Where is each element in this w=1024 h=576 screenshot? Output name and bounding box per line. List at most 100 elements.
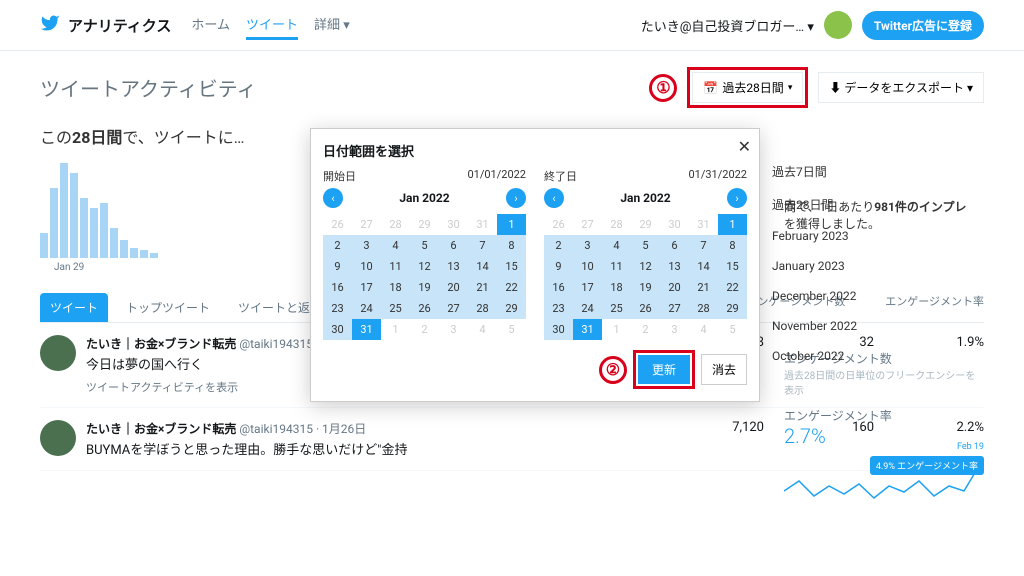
- calendar-start: 開始日01/01/2022 ‹ Jan 2022 › 2627282930311…: [323, 168, 526, 340]
- cal-day[interactable]: 10: [573, 256, 602, 277]
- annotation-box-1: 📅 過去28日間 ▾: [687, 67, 808, 108]
- cal-day[interactable]: 14: [468, 256, 497, 277]
- avatar[interactable]: [824, 11, 852, 39]
- cal-day[interactable]: 17: [352, 277, 381, 298]
- nav-home[interactable]: ホーム: [191, 10, 230, 40]
- tweet-author: たいき｜お金×ブランド転売: [86, 337, 236, 351]
- update-button[interactable]: 更新: [638, 355, 690, 384]
- quick-feb23[interactable]: February 2023: [768, 221, 878, 251]
- cal-day[interactable]: 11: [381, 256, 410, 277]
- cal-day[interactable]: 28: [468, 298, 497, 319]
- cal-day[interactable]: 24: [573, 298, 602, 319]
- prev-month-icon[interactable]: ‹: [323, 188, 343, 208]
- cal-day[interactable]: 6: [439, 235, 468, 256]
- clear-button[interactable]: 消去: [701, 354, 747, 385]
- cal-day[interactable]: 22: [497, 277, 526, 298]
- cal-day[interactable]: 19: [410, 277, 439, 298]
- cal-day[interactable]: 20: [439, 277, 468, 298]
- cal-day[interactable]: 19: [631, 277, 660, 298]
- cal-day[interactable]: 31: [573, 319, 602, 340]
- cal-day[interactable]: 8: [718, 235, 747, 256]
- cal-day[interactable]: 30: [544, 319, 573, 340]
- cal-day[interactable]: 26: [631, 298, 660, 319]
- export-button[interactable]: ⬇ データをエクスポート ▾: [818, 72, 984, 103]
- tab-tweets[interactable]: ツイート: [40, 293, 108, 322]
- quick-dec22[interactable]: December 2022: [768, 281, 878, 311]
- cal-day[interactable]: 23: [544, 298, 573, 319]
- end-date: 01/31/2022: [688, 168, 747, 184]
- cal-day[interactable]: 30: [323, 319, 352, 340]
- cal-day[interactable]: 3: [573, 235, 602, 256]
- cal-day[interactable]: 23: [323, 298, 352, 319]
- cal-day[interactable]: 15: [497, 256, 526, 277]
- quick-oct22[interactable]: October 2022: [768, 341, 878, 371]
- cal-day[interactable]: 2: [544, 235, 573, 256]
- annotation-1: ①: [649, 74, 677, 102]
- tweet-avatar: [40, 335, 76, 371]
- quick-28days[interactable]: 過去28日間: [768, 188, 878, 221]
- cal-day[interactable]: 21: [468, 277, 497, 298]
- tab-top-tweets[interactable]: トップツイート: [116, 293, 220, 322]
- cal-day[interactable]: 29: [497, 298, 526, 319]
- cal-day[interactable]: 22: [718, 277, 747, 298]
- cal-day[interactable]: 9: [323, 256, 352, 277]
- cal-day[interactable]: 24: [352, 298, 381, 319]
- date-range-button[interactable]: 📅 過去28日間 ▾: [692, 72, 803, 103]
- cal-day[interactable]: 27: [660, 298, 689, 319]
- cal-day[interactable]: 18: [602, 277, 631, 298]
- cal-day[interactable]: 31: [352, 319, 381, 340]
- cal-day[interactable]: 27: [439, 298, 468, 319]
- cal-day[interactable]: 17: [573, 277, 602, 298]
- cal-day[interactable]: 12: [631, 256, 660, 277]
- cal-day[interactable]: 25: [381, 298, 410, 319]
- quick-7days[interactable]: 過去7日間: [768, 155, 878, 188]
- cal-day[interactable]: 8: [497, 235, 526, 256]
- cal-day[interactable]: 7: [689, 235, 718, 256]
- cal-day[interactable]: 16: [544, 277, 573, 298]
- cal-day[interactable]: 7: [468, 235, 497, 256]
- user-menu[interactable]: たいき@自己投資ブロガー… ▾: [641, 16, 814, 35]
- nav-tweets[interactable]: ツイート: [246, 10, 298, 40]
- cal-day[interactable]: 11: [602, 256, 631, 277]
- next-month-icon[interactable]: ›: [506, 188, 526, 208]
- cal-day[interactable]: 13: [660, 256, 689, 277]
- engagement-rate-label: エンゲージメント率: [784, 407, 984, 424]
- cal-day[interactable]: 5: [410, 235, 439, 256]
- cal-day[interactable]: 1: [497, 214, 526, 235]
- cal-day[interactable]: 1: [718, 214, 747, 235]
- cal-day[interactable]: 25: [602, 298, 631, 319]
- cal-day[interactable]: 6: [660, 235, 689, 256]
- ad-signup-button[interactable]: Twitter広告に登録: [862, 11, 984, 40]
- quick-jan23[interactable]: January 2023: [768, 251, 878, 281]
- twitter-logo-icon: [40, 13, 60, 38]
- cal-day[interactable]: 29: [718, 298, 747, 319]
- quick-nov22[interactable]: November 2022: [768, 311, 878, 341]
- cal-day[interactable]: 4: [381, 235, 410, 256]
- cal-day[interactable]: 4: [602, 235, 631, 256]
- cal-day[interactable]: 12: [410, 256, 439, 277]
- cal-day[interactable]: 16: [323, 277, 352, 298]
- cal-day[interactable]: 13: [439, 256, 468, 277]
- cal-day[interactable]: 5: [631, 235, 660, 256]
- engagement-sparkline: Feb 19 4.9% エンゲージメント率: [784, 456, 984, 506]
- tweet-meta: @taiki194315 · 1月26日: [239, 422, 366, 436]
- tweet-author: たいき｜お金×ブランド転売: [86, 422, 236, 436]
- cal-day[interactable]: 3: [352, 235, 381, 256]
- page-title: ツイートアクティビティ: [40, 73, 257, 102]
- cal-day[interactable]: 20: [660, 277, 689, 298]
- cal-day[interactable]: 2: [323, 235, 352, 256]
- cal-day[interactable]: 26: [410, 298, 439, 319]
- prev-month-icon-2[interactable]: ‹: [544, 188, 564, 208]
- main-nav: ホーム ツイート 詳細 ▾: [191, 10, 349, 40]
- close-icon[interactable]: ✕: [738, 137, 751, 156]
- cal-day[interactable]: 28: [689, 298, 718, 319]
- cal-day[interactable]: 21: [689, 277, 718, 298]
- cal-day[interactable]: 18: [381, 277, 410, 298]
- cal-day[interactable]: 9: [544, 256, 573, 277]
- cal-day[interactable]: 15: [718, 256, 747, 277]
- nav-more[interactable]: 詳細 ▾: [314, 10, 350, 40]
- cal-day[interactable]: 10: [352, 256, 381, 277]
- next-month-icon-2[interactable]: ›: [727, 188, 747, 208]
- cal-day[interactable]: 14: [689, 256, 718, 277]
- engagement-rate-value: 2.7%: [784, 424, 984, 448]
